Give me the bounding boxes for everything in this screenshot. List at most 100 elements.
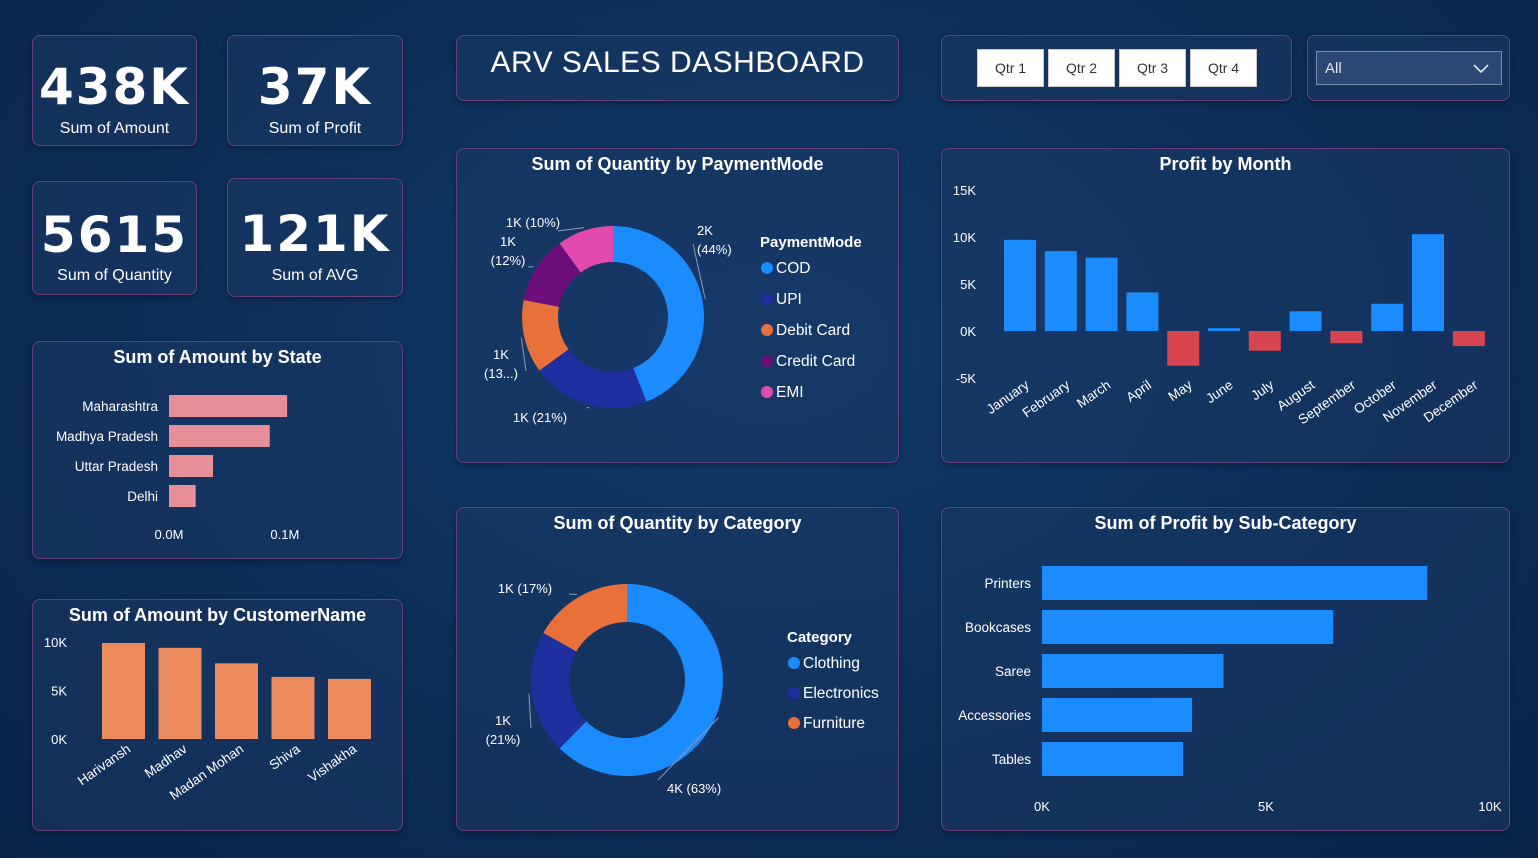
bar <box>169 455 214 477</box>
bar <box>169 395 288 417</box>
x-tick-label: 0.0M <box>155 527 184 542</box>
legend-label: Debit Card <box>776 322 850 339</box>
bar <box>1371 303 1404 331</box>
leader-line <box>528 693 532 729</box>
customer-chart-card: Sum of Amount by CustomerName 10K 5K 0K Har… <box>32 599 403 831</box>
y-tick-label: 0K <box>51 732 67 747</box>
filter-dropdown-value: All <box>1325 59 1342 77</box>
data-label: 1K (17%) <box>498 581 552 596</box>
legend-label: Clothing <box>803 655 860 672</box>
kpi-sum-of-quantity: 5615 Sum of Quantity <box>32 181 197 295</box>
legend-marker <box>788 657 800 669</box>
leader-line <box>586 406 591 409</box>
category-donut-chart: 4K (63%) 1K (21%) 1K (17%) Category Clothing E… <box>486 581 879 796</box>
bar <box>1167 331 1200 366</box>
x-tick-label: 5K <box>1258 799 1274 814</box>
kpi-value: 5615 <box>40 206 189 264</box>
legend-label: UPI <box>776 291 802 308</box>
legend-marker <box>761 293 773 305</box>
state-chart-card: Sum of Amount by State Maharashtra Madhya… <box>32 341 403 559</box>
category-label: July <box>1248 377 1276 403</box>
dashboard-title-card: ARV SALES DASHBOARD <box>456 35 899 101</box>
bar <box>215 663 258 739</box>
qtr-3-button[interactable]: Qtr 3 <box>1119 49 1186 87</box>
legend-label: Furniture <box>803 715 865 732</box>
legend-marker <box>788 717 800 729</box>
category-label: Saree <box>995 664 1031 679</box>
payment-donut-chart: 2K (44%) 1K (21%) 1K (13...) 1K (12%) 1K (10%) P… <box>484 215 862 425</box>
kpi-value: 121K <box>239 205 391 263</box>
category-label: February <box>1020 377 1073 420</box>
category-label: Bookcases <box>965 620 1031 635</box>
filter-slicer: All <box>1307 35 1510 101</box>
bar <box>1208 328 1240 331</box>
kpi-label: Sum of AVG <box>271 267 359 284</box>
bar <box>102 642 145 739</box>
bar <box>1330 331 1363 344</box>
bar <box>271 676 315 739</box>
data-label: (12%) <box>491 253 526 268</box>
x-tick-label: 0K <box>1034 799 1050 814</box>
category-label: Vishakha <box>305 741 359 785</box>
kpi-sum-of-profit: 37K Sum of Profit <box>227 35 403 146</box>
qtr-1-button[interactable]: Qtr 1 <box>977 49 1044 87</box>
data-label: 1K <box>495 713 511 728</box>
legend-title: Category <box>787 629 853 646</box>
subcategory-bar-chart: Printers Bookcases Saree Accessories Tables 0… <box>958 566 1502 814</box>
legend-label: Credit Card <box>776 353 855 370</box>
bar <box>1044 251 1077 331</box>
category-label: Maharashtra <box>82 399 158 414</box>
data-label: 4K (63%) <box>667 781 721 796</box>
category-label: April <box>1123 377 1154 405</box>
category-label: Tables <box>992 752 1031 767</box>
leader-line <box>568 593 578 596</box>
state-bar-chart: Maharashtra Madhya Pradesh Uttar Pradesh De… <box>56 395 299 542</box>
filter-dropdown[interactable]: All <box>1316 51 1502 85</box>
bar <box>328 678 371 739</box>
quarter-slicer: Qtr 1 Qtr 2 Qtr 3 Qtr 4 <box>941 35 1292 101</box>
legend-label: COD <box>776 260 810 277</box>
y-tick-label: 5K <box>960 277 976 292</box>
category-label: Accessories <box>958 708 1031 723</box>
bar <box>1126 292 1159 331</box>
kpi-label: Sum of Quantity <box>57 267 172 284</box>
category-label: Harivansh <box>75 741 133 788</box>
bar <box>1042 654 1224 688</box>
category-label: June <box>1203 377 1236 406</box>
dashboard-title: ARV SALES DASHBOARD <box>490 46 865 79</box>
data-label: (13...) <box>484 366 518 381</box>
bar <box>1085 257 1118 331</box>
category-label: Madhya Pradesh <box>56 429 158 444</box>
legend-label: EMI <box>776 384 804 401</box>
legend-title: PaymentMode <box>760 234 862 251</box>
category-label: Shiva <box>266 741 303 773</box>
y-tick-label: 10K <box>44 635 67 650</box>
y-tick-label: 0K <box>960 324 976 339</box>
legend-label: Electronics <box>803 685 879 702</box>
data-label: 1K <box>493 347 509 362</box>
bar <box>1042 566 1428 600</box>
category-label: Madhav <box>142 741 190 781</box>
kpi-label: Sum of Profit <box>268 120 362 137</box>
kpi-sum-of-amount: 438K Sum of Amount <box>32 35 197 146</box>
qtr-2-button[interactable]: Qtr 2 <box>1048 49 1115 87</box>
y-tick-label: 15K <box>953 183 976 198</box>
bar <box>158 647 202 739</box>
kpi-value: 37K <box>257 58 373 116</box>
data-label: (21%) <box>486 732 521 747</box>
qtr-4-button[interactable]: Qtr 4 <box>1190 49 1257 87</box>
legend-marker <box>761 355 773 367</box>
category-label: Uttar Pradesh <box>75 459 158 474</box>
bar <box>1289 311 1322 331</box>
category-label: March <box>1074 377 1113 411</box>
data-label: 1K (21%) <box>513 410 567 425</box>
bar <box>1412 234 1444 331</box>
data-label: 2K <box>697 223 713 238</box>
category-label: Delhi <box>127 489 158 504</box>
category-label: May <box>1165 377 1195 404</box>
bar <box>1004 239 1036 331</box>
kpi-sum-of-avg: 121K Sum of AVG <box>227 178 403 297</box>
y-tick-label: 10K <box>953 230 976 245</box>
month-bar-chart: 15K10K5K0K-5K JanuaryFebruary March April Ma… <box>953 183 1485 427</box>
category-chart-card: Sum of Quantity by Category 4K (63%) 1K (2… <box>456 507 899 831</box>
